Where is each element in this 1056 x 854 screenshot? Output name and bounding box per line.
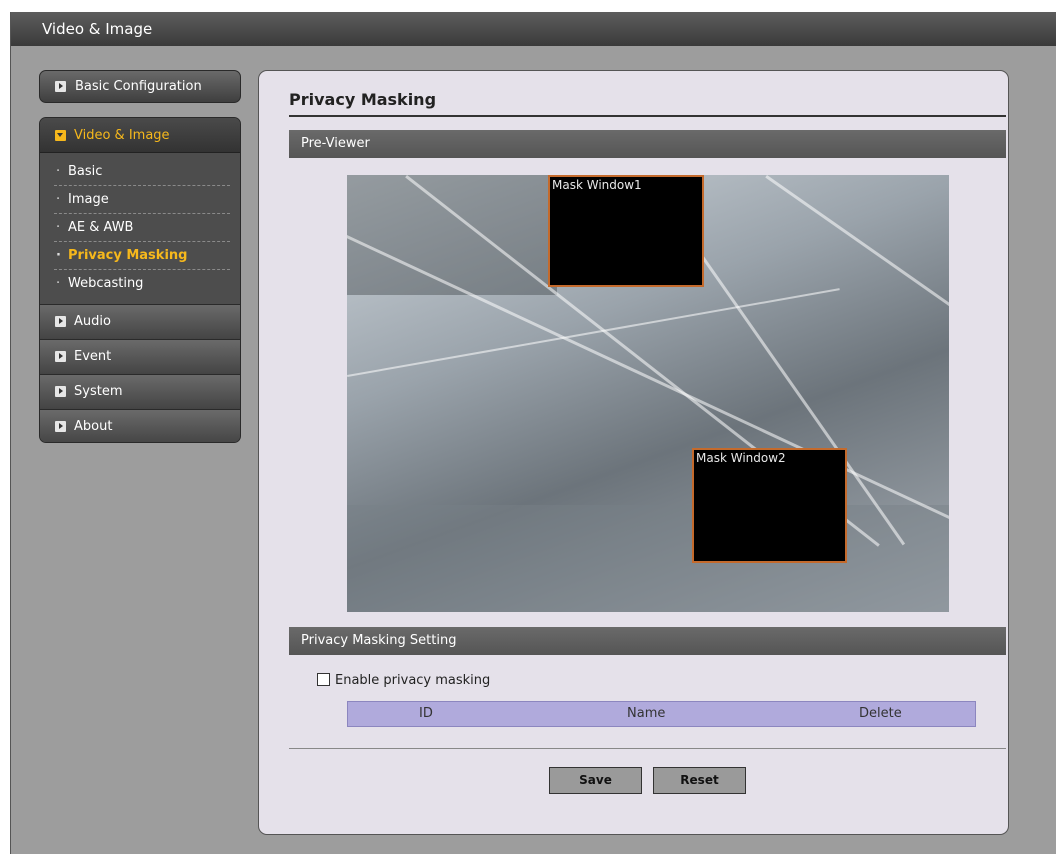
nav-system-label: System <box>74 384 123 399</box>
nav-about[interactable]: About <box>40 409 240 442</box>
mask-window-2-label: Mask Window2 <box>696 451 786 465</box>
nav-basic-configuration-label: Basic Configuration <box>75 79 202 94</box>
app-frame: Video & Image Basic Configuration Video … <box>10 12 1056 854</box>
column-header-delete: Delete <box>859 706 902 721</box>
column-header-id: ID <box>419 706 433 721</box>
window-title: Video & Image <box>42 20 153 38</box>
sidebar-item-ae-awb[interactable]: · AE & AWB <box>54 214 230 242</box>
preview-ceiling-shade <box>347 175 557 295</box>
sidebar-item-label: AE & AWB <box>68 220 134 235</box>
nav-basic-configuration[interactable]: Basic Configuration <box>39 70 241 103</box>
sidebar-item-label: Image <box>68 192 109 207</box>
sidebar-item-image[interactable]: · Image <box>54 186 230 214</box>
arrow-right-icon <box>55 421 66 432</box>
sidebar-item-label: Webcasting <box>68 276 144 291</box>
mask-window-1[interactable]: Mask Window1 <box>548 175 704 287</box>
nav-about-label: About <box>74 419 113 434</box>
column-header-name: Name <box>627 706 666 721</box>
bullet-icon: · <box>56 192 61 207</box>
bullet-icon: · <box>56 276 61 291</box>
nav-video-image[interactable]: Video & Image <box>40 118 240 153</box>
save-button[interactable]: Save <box>549 767 642 794</box>
sidebar-item-label: Basic <box>68 164 103 179</box>
nav-audio[interactable]: Audio <box>40 304 240 339</box>
arrow-right-icon <box>55 316 66 327</box>
enable-privacy-masking-row: Enable privacy masking <box>317 673 490 688</box>
sidebar-item-webcasting[interactable]: · Webcasting <box>54 270 230 298</box>
bottom-divider <box>289 748 1006 749</box>
sidebar-item-basic[interactable]: · Basic <box>54 158 230 186</box>
preview-section-header: Pre-Viewer <box>289 130 1006 158</box>
sidebar-item-label: Privacy Masking <box>68 248 188 263</box>
mask-window-1-label: Mask Window1 <box>552 178 642 192</box>
title-divider <box>289 115 1006 117</box>
bullet-icon: · <box>56 248 61 263</box>
arrow-down-icon <box>55 130 66 141</box>
enable-privacy-masking-label[interactable]: Enable privacy masking <box>335 673 490 688</box>
arrow-right-icon <box>55 81 66 92</box>
nav-video-image-label: Video & Image <box>74 128 170 143</box>
content-panel: Privacy Masking Pre-Viewer Mask Window1 … <box>258 70 1009 835</box>
nav-event-label: Event <box>74 349 112 364</box>
reset-button[interactable]: Reset <box>653 767 746 794</box>
nav-audio-label: Audio <box>74 314 111 329</box>
sidebar-item-privacy-masking[interactable]: · Privacy Masking <box>54 242 230 270</box>
preview-beam <box>765 175 949 350</box>
enable-privacy-masking-checkbox[interactable] <box>317 673 330 686</box>
nav-group: Video & Image · Basic · Image · AE & AWB… <box>39 117 241 443</box>
mask-table-header: ID Name Delete <box>347 701 976 727</box>
setting-section-header: Privacy Masking Setting <box>289 627 1006 655</box>
bullet-icon: · <box>56 164 61 179</box>
preview-beam <box>347 288 840 377</box>
window-title-bar: Video & Image <box>11 12 1056 46</box>
arrow-right-icon <box>55 386 66 397</box>
bullet-icon: · <box>56 220 61 235</box>
camera-preview[interactable]: Mask Window1 Mask Window2 <box>347 175 949 612</box>
nav-system[interactable]: System <box>40 374 240 409</box>
video-image-submenu: · Basic · Image · AE & AWB · Privacy Mas… <box>40 153 240 304</box>
mask-window-2[interactable]: Mask Window2 <box>692 448 847 563</box>
nav-event[interactable]: Event <box>40 339 240 374</box>
preview-floor-shade <box>347 505 949 612</box>
page-title: Privacy Masking <box>289 90 437 109</box>
arrow-right-icon <box>55 351 66 362</box>
